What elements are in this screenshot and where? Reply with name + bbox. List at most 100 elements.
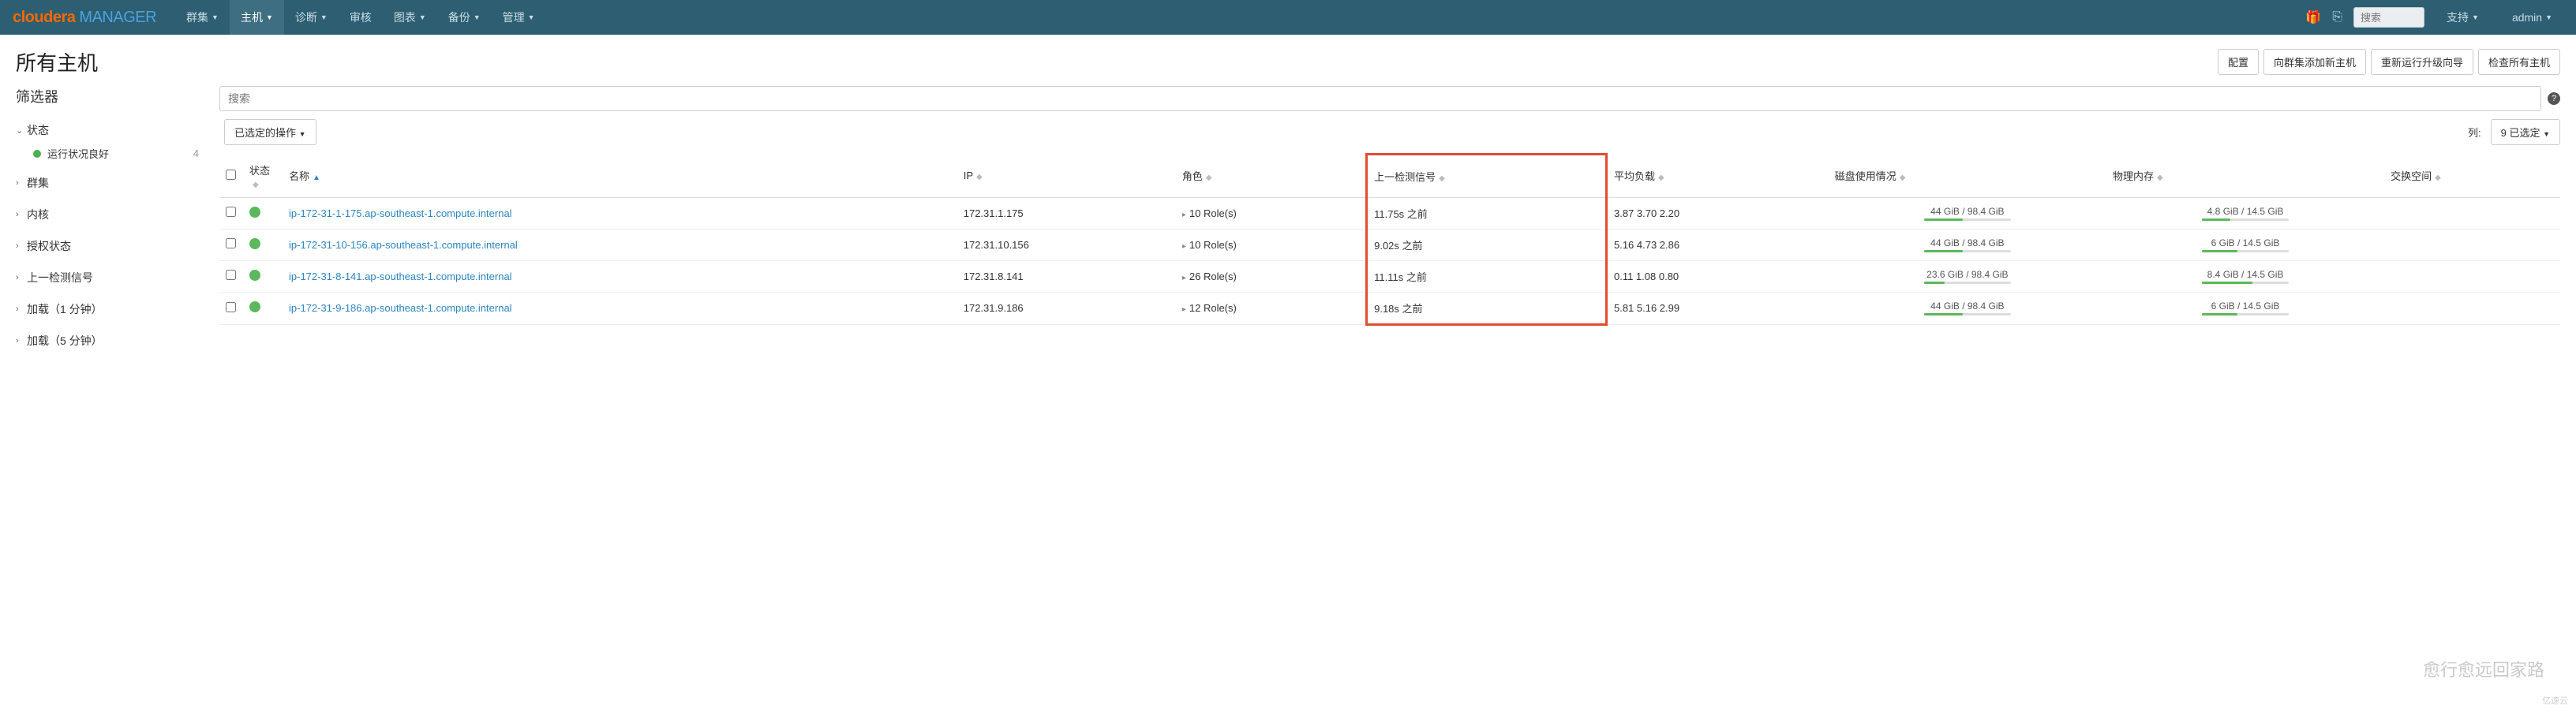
watermark-small: 亿速云 — [2542, 694, 2568, 707]
filter-head-signal[interactable]: ›上一检测信号 — [16, 265, 205, 290]
filter-head-cluster[interactable]: ›群集 — [16, 170, 205, 196]
mem-cell: 6 GiB / 14.5 GiB — [2106, 229, 2384, 260]
page-header: 所有主机 配置 向群集添加新主机 重新运行升级向导 检查所有主机 — [0, 35, 2576, 86]
col-roles[interactable]: 角色◆ — [1176, 155, 1367, 198]
col-swap[interactable]: 交换空间◆ — [2384, 155, 2560, 198]
primary-nav: 群集▼主机▼诊断▼审核图表▼备份▼管理▼ — [175, 0, 546, 35]
row-checkbox[interactable] — [226, 302, 236, 312]
load-cell: 5.81 5.16 2.99 — [1606, 292, 1828, 324]
caret-down-icon: ▼ — [2543, 130, 2550, 138]
caret-down-icon: ▼ — [2472, 13, 2479, 21]
filter-title: 筛选器 — [16, 86, 205, 106]
col-disk[interactable]: 磁盘使用情况◆ — [1829, 155, 2106, 198]
support-menu[interactable]: 支持▼ — [2436, 9, 2490, 25]
mem-cell: 6 GiB / 14.5 GiB — [2106, 292, 2384, 324]
caret-right-icon: ▸ — [1182, 274, 1186, 282]
col-name[interactable]: 名称▲ — [283, 155, 957, 198]
brand-logo[interactable]: cloudera MANAGER — [13, 9, 156, 27]
caret-down-icon: ▼ — [419, 13, 426, 21]
row-checkbox[interactable] — [226, 207, 236, 217]
filter-head-status[interactable]: ⌄ 状态 — [16, 118, 205, 143]
nav-item[interactable]: 审核 — [339, 0, 383, 35]
table-row: ip-172-31-10-156.ap-southeast-1.compute.… — [219, 229, 2560, 260]
status-good-icon — [249, 301, 260, 312]
caret-down-icon: ▼ — [266, 13, 273, 21]
filter-item-good-health[interactable]: 运行状况良好 4 — [16, 143, 205, 164]
sort-icon: ◆ — [2157, 174, 2163, 182]
columns-select-button[interactable]: 9 已选定 ▼ — [2491, 119, 2560, 145]
table-row: ip-172-31-1-175.ap-southeast-1.compute.i… — [219, 197, 2560, 229]
row-checkbox[interactable] — [226, 238, 236, 248]
help-icon[interactable]: ? — [2548, 92, 2560, 105]
config-button[interactable]: 配置 — [2218, 49, 2259, 75]
nav-item[interactable]: 备份▼ — [437, 0, 492, 35]
chevron-down-icon: ⌄ — [16, 125, 27, 136]
caret-right-icon: ▸ — [1182, 305, 1186, 314]
selected-ops-button[interactable]: 已选定的操作 ▼ — [224, 119, 316, 145]
signal-cell: 11.75s 之前 — [1367, 197, 1607, 229]
nav-item[interactable]: 管理▼ — [492, 0, 546, 35]
filter-head-auth[interactable]: ›授权状态 — [16, 233, 205, 259]
ip-cell: 172.31.9.186 — [957, 292, 1176, 324]
disk-cell: 44 GiB / 98.4 GiB — [1829, 229, 2106, 260]
user-menu[interactable]: admin▼ — [2501, 11, 2563, 24]
load-cell: 3.87 3.70 2.20 — [1606, 197, 1828, 229]
status-good-icon — [249, 270, 260, 281]
status-good-icon — [249, 207, 260, 218]
ip-cell: 172.31.8.141 — [957, 260, 1176, 292]
nav-item[interactable]: 诊断▼ — [284, 0, 339, 35]
roles-cell[interactable]: ▸12 Role(s) — [1176, 292, 1367, 324]
nav-item[interactable]: 主机▼ — [230, 0, 284, 35]
nav-item[interactable]: 图表▼ — [383, 0, 437, 35]
swap-cell — [2384, 229, 2560, 260]
inspect-hosts-button[interactable]: 检查所有主机 — [2478, 49, 2560, 75]
global-search-input[interactable] — [2353, 7, 2424, 28]
rerun-upgrade-button[interactable]: 重新运行升级向导 — [2371, 49, 2473, 75]
select-all-checkbox[interactable] — [226, 170, 236, 180]
col-load[interactable]: 平均负载◆ — [1606, 155, 1828, 198]
host-name-link[interactable]: ip-172-31-8-141.ap-southeast-1.compute.i… — [289, 271, 512, 282]
col-ip[interactable]: IP◆ — [957, 155, 1176, 198]
gift-icon[interactable]: 🎁 — [2305, 9, 2321, 25]
host-name-link[interactable]: ip-172-31-1-175.ap-southeast-1.compute.i… — [289, 207, 512, 219]
chevron-right-icon: › — [16, 241, 27, 251]
sort-icon: ◆ — [1439, 174, 1445, 183]
host-name-link[interactable]: ip-172-31-9-186.ap-southeast-1.compute.i… — [289, 302, 512, 314]
chevron-right-icon: › — [16, 273, 27, 282]
chevron-right-icon: › — [16, 304, 27, 314]
watermark-text: 愈行愈远回家路 — [2423, 656, 2544, 681]
host-name-link[interactable]: ip-172-31-10-156.ap-southeast-1.compute.… — [289, 239, 518, 251]
row-checkbox[interactable] — [226, 270, 236, 280]
main-content: ? 已选定的操作 ▼ 列: 9 已选定 ▼ 状态◆ 名称▲ IP◆ 角色◆ 上一… — [219, 86, 2560, 360]
filter-head-load5[interactable]: ›加载（5 分钟） — [16, 328, 205, 353]
chevron-right-icon: › — [16, 178, 27, 188]
add-host-button[interactable]: 向群集添加新主机 — [2263, 49, 2366, 75]
page-title: 所有主机 — [16, 47, 98, 77]
roles-cell[interactable]: ▸26 Role(s) — [1176, 260, 1367, 292]
mem-cell: 4.8 GiB / 14.5 GiB — [2106, 197, 2384, 229]
disk-cell: 23.6 GiB / 98.4 GiB — [1829, 260, 2106, 292]
sort-icon: ◆ — [976, 173, 983, 181]
swap-cell — [2384, 292, 2560, 324]
filter-head-kernel[interactable]: ›内核 — [16, 202, 205, 227]
parcel-icon[interactable]: ⎘ — [2332, 10, 2342, 24]
status-good-icon — [249, 238, 260, 249]
roles-cell[interactable]: ▸10 Role(s) — [1176, 229, 1367, 260]
col-signal[interactable]: 上一检测信号◆ — [1367, 155, 1607, 198]
col-status[interactable]: 状态◆ — [243, 155, 283, 198]
sort-icon: ◆ — [1900, 174, 1906, 182]
caret-down-icon: ▼ — [320, 13, 328, 21]
filter-head-load1[interactable]: ›加载（1 分钟） — [16, 297, 205, 322]
caret-down-icon: ▼ — [474, 13, 481, 21]
col-mem[interactable]: 物理内存◆ — [2106, 155, 2384, 198]
caret-down-icon: ▼ — [299, 130, 306, 138]
sort-asc-icon: ▲ — [313, 174, 320, 182]
swap-cell — [2384, 260, 2560, 292]
ip-cell: 172.31.1.175 — [957, 197, 1176, 229]
caret-right-icon: ▸ — [1182, 211, 1186, 219]
host-search-input[interactable] — [219, 86, 2541, 111]
table-header-row: 状态◆ 名称▲ IP◆ 角色◆ 上一检测信号◆ 平均负载◆ 磁盘使用情况◆ 物理… — [219, 155, 2560, 198]
roles-cell[interactable]: ▸10 Role(s) — [1176, 197, 1367, 229]
filter-count: 4 — [193, 147, 205, 159]
nav-item[interactable]: 群集▼ — [175, 0, 230, 35]
